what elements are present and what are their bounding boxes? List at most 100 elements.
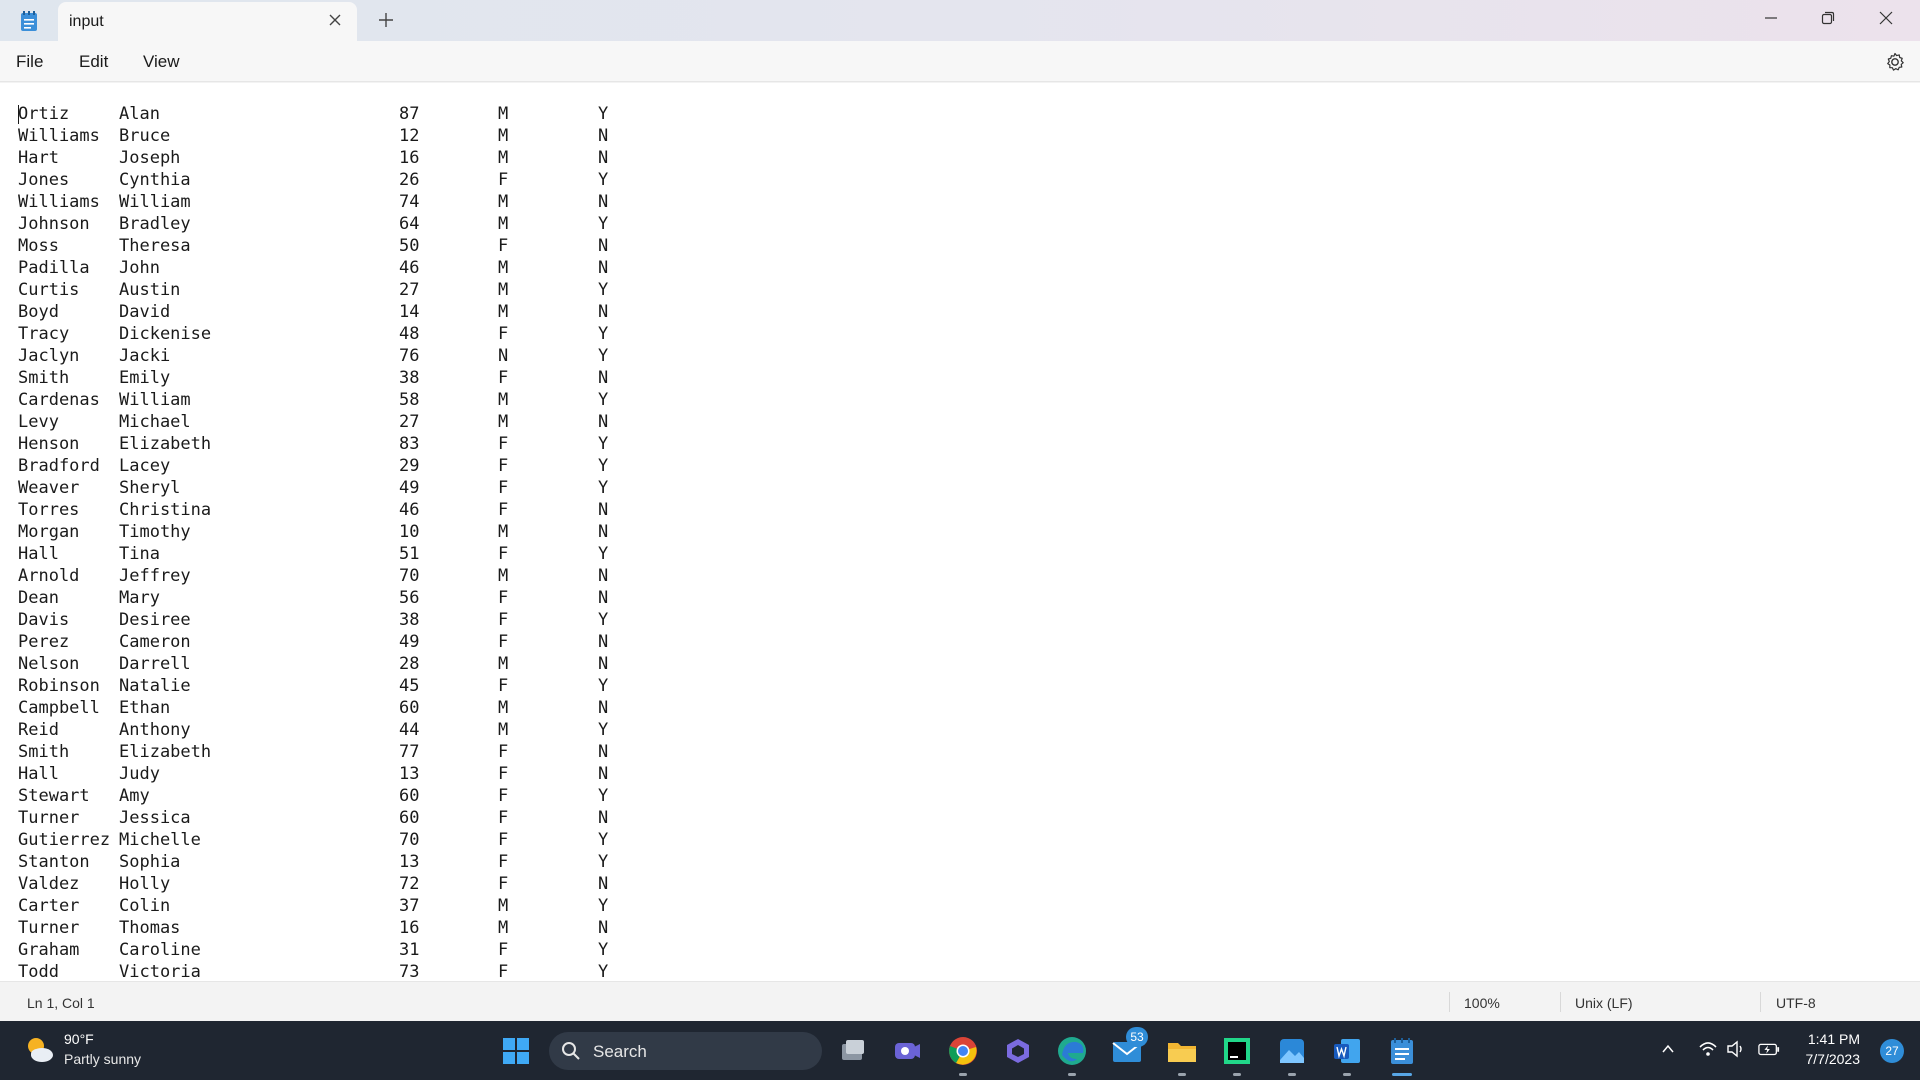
sex-cell: F: [498, 940, 509, 960]
age-cell: 37: [399, 896, 420, 916]
text-line: Gutierrez Michelle 70 F Y: [18, 829, 638, 851]
sex-cell: F: [498, 610, 509, 630]
last-name-cell: Boyd: [18, 302, 59, 322]
minimize-button[interactable]: [1743, 0, 1799, 36]
settings-gear-icon[interactable]: [1884, 51, 1906, 73]
notepad-taskbar-icon[interactable]: [1383, 1032, 1421, 1070]
menu-bar: File Edit View: [0, 41, 1920, 82]
word-icon[interactable]: [1328, 1032, 1366, 1070]
sex-cell: M: [498, 918, 509, 938]
flag-cell: N: [598, 918, 609, 938]
tab-title: input: [69, 13, 104, 30]
menu-file[interactable]: File: [16, 52, 43, 72]
clock-date[interactable]: 7/7/2023: [1806, 1051, 1861, 1067]
restore-button[interactable]: [1800, 0, 1856, 36]
task-view-icon[interactable]: [834, 1032, 872, 1070]
flag-cell: Y: [598, 786, 609, 806]
flag-cell: Y: [598, 478, 609, 498]
taskbar-search-box[interactable]: Search: [549, 1032, 822, 1070]
flag-cell: N: [598, 698, 609, 718]
copilot-icon[interactable]: [999, 1032, 1037, 1070]
edge-icon[interactable]: [1053, 1032, 1091, 1070]
battery-charging-icon[interactable]: [1758, 1038, 1780, 1060]
age-cell: 50: [399, 236, 420, 256]
weather-partly-sunny-icon[interactable]: [22, 1033, 56, 1067]
last-name-cell: Carter: [18, 896, 80, 916]
first-name-cell: Tina: [119, 544, 160, 564]
flag-cell: N: [598, 632, 609, 652]
age-cell: 73: [399, 962, 420, 981]
sex-cell: F: [498, 852, 509, 872]
search-icon: [561, 1041, 581, 1066]
volume-icon[interactable]: [1725, 1038, 1747, 1060]
weather-description[interactable]: Partly sunny: [64, 1051, 141, 1067]
age-cell: 72: [399, 874, 420, 894]
age-cell: 49: [399, 478, 420, 498]
text-line: Johnson Bradley 64 M Y: [18, 213, 638, 235]
line-ending[interactable]: Unix (LF): [1575, 995, 1633, 1011]
text-line: Arnold Jeffrey 70 M N: [18, 565, 638, 587]
text-line: Valdez Holly 72 F N: [18, 873, 638, 895]
close-tab-icon[interactable]: [327, 12, 343, 28]
text-line: Moss Theresa 50 F N: [18, 235, 638, 257]
menu-edit[interactable]: Edit: [79, 52, 108, 72]
teams-chat-icon[interactable]: [888, 1032, 926, 1070]
show-hidden-icons-chevron-icon[interactable]: [1657, 1038, 1679, 1060]
age-cell: 46: [399, 258, 420, 278]
sex-cell: F: [498, 324, 509, 344]
first-name-cell: Holly: [119, 874, 171, 894]
text-editor-area[interactable]: Ortiz Alan 87 M Y Williams Bruce 12 M N Hart Joseph…: [0, 83, 1920, 981]
sex-cell: F: [498, 962, 509, 981]
sex-cell: F: [498, 456, 509, 476]
sex-cell: M: [498, 412, 509, 432]
sex-cell: F: [498, 544, 509, 564]
first-name-cell: Cynthia: [119, 170, 191, 190]
age-cell: 28: [399, 654, 420, 674]
sex-cell: F: [498, 830, 509, 850]
zoom-level[interactable]: 100%: [1464, 995, 1500, 1011]
sex-cell: F: [498, 478, 509, 498]
notification-count-badge[interactable]: 27: [1880, 1039, 1904, 1063]
first-name-cell: Theresa: [119, 236, 191, 256]
status-divider: [1560, 992, 1561, 1012]
first-name-cell: Anthony: [119, 720, 191, 740]
first-name-cell: Victoria: [119, 962, 201, 981]
first-name-cell: Ethan: [119, 698, 171, 718]
age-cell: 56: [399, 588, 420, 608]
menu-view[interactable]: View: [143, 52, 180, 72]
new-tab-plus-icon[interactable]: [376, 10, 396, 30]
wifi-icon[interactable]: [1697, 1038, 1719, 1060]
flag-cell: N: [598, 368, 609, 388]
sex-cell: F: [498, 368, 509, 388]
age-cell: 29: [399, 456, 420, 476]
text-line: Levy Michael 27 M N: [18, 411, 638, 433]
flag-cell: N: [598, 302, 609, 322]
first-name-cell: William: [119, 192, 191, 212]
tab-input[interactable]: input: [58, 2, 357, 41]
file-explorer-icon[interactable]: [1163, 1032, 1201, 1070]
encoding[interactable]: UTF-8: [1776, 995, 1816, 1011]
first-name-cell: Sheryl: [119, 478, 181, 498]
clion-icon[interactable]: [1218, 1032, 1256, 1070]
sex-cell: M: [498, 698, 509, 718]
sex-cell: F: [498, 786, 509, 806]
active-app-indicator: [1392, 1073, 1412, 1076]
text-line: Hart Joseph 16 M N: [18, 147, 638, 169]
sex-cell: F: [498, 764, 509, 784]
weather-temperature[interactable]: 90°F: [64, 1031, 94, 1047]
last-name-cell: Hall: [18, 544, 59, 564]
age-cell: 51: [399, 544, 420, 564]
clock-time[interactable]: 1:41 PM: [1808, 1031, 1860, 1047]
start-windows-icon[interactable]: [497, 1032, 535, 1070]
age-cell: 49: [399, 632, 420, 652]
age-cell: 76: [399, 346, 420, 366]
age-cell: 58: [399, 390, 420, 410]
flag-cell: N: [598, 236, 609, 256]
text-line: Morgan Timothy 10 M N: [18, 521, 638, 543]
close-window-button[interactable]: [1858, 0, 1914, 36]
photos-icon[interactable]: [1273, 1032, 1311, 1070]
first-name-cell: Caroline: [119, 940, 201, 960]
chrome-icon[interactable]: [944, 1032, 982, 1070]
first-name-cell: Timothy: [119, 522, 191, 542]
last-name-cell: Levy: [18, 412, 59, 432]
